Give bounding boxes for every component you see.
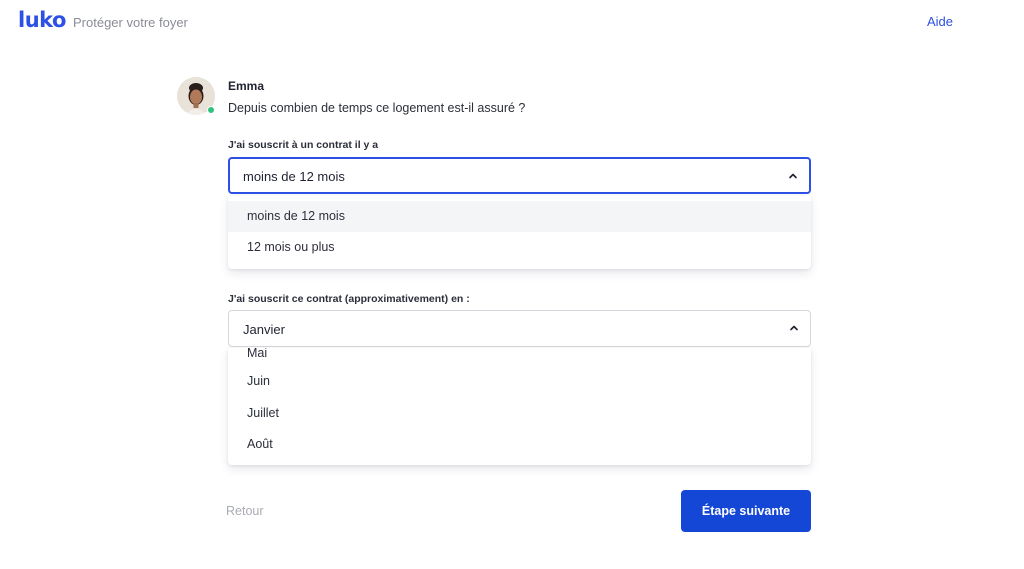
dropdown-option[interactable]: 12 mois ou plus <box>228 232 811 263</box>
contract-age-value: moins de 12 mois <box>243 169 345 184</box>
contract-age-select[interactable]: moins de 12 mois <box>228 157 811 194</box>
contract-month-value: Janvier <box>243 322 285 337</box>
contract-age-dropdown: moins de 12 mois 12 mois ou plus <box>228 196 811 269</box>
top-bar: luko Protéger votre foyer Aide <box>0 0 1024 44</box>
agent-name: Emma <box>228 79 265 93</box>
dropdown-option[interactable]: Août <box>228 429 811 460</box>
agent-avatar <box>177 77 215 115</box>
next-step-button[interactable]: Étape suivante <box>681 490 811 532</box>
dropdown-option[interactable]: moins de 12 mois <box>228 201 811 232</box>
contract-month-dropdown[interactable]: Mai Juin Juillet Août <box>228 348 811 465</box>
chevron-up-icon[interactable] <box>787 171 799 181</box>
dropdown-option[interactable]: Juillet <box>228 398 811 429</box>
chevron-up-icon[interactable] <box>788 323 800 333</box>
contract-month-label: J'ai souscrit ce contrat (approximativem… <box>228 293 470 305</box>
contract-month-select[interactable]: Janvier <box>228 310 811 347</box>
question-text: Depuis combien de temps ce logement est-… <box>228 101 526 115</box>
contract-age-label: J'ai souscrit à un contrat il y a <box>228 139 379 151</box>
help-link[interactable]: Aide <box>927 14 953 29</box>
header-tagline: Protéger votre foyer <box>73 15 188 30</box>
luko-logo[interactable]: luko <box>18 8 66 32</box>
online-status-dot <box>207 106 215 114</box>
back-button[interactable]: Retour <box>226 504 264 518</box>
dropdown-option[interactable]: Juin <box>228 366 811 397</box>
